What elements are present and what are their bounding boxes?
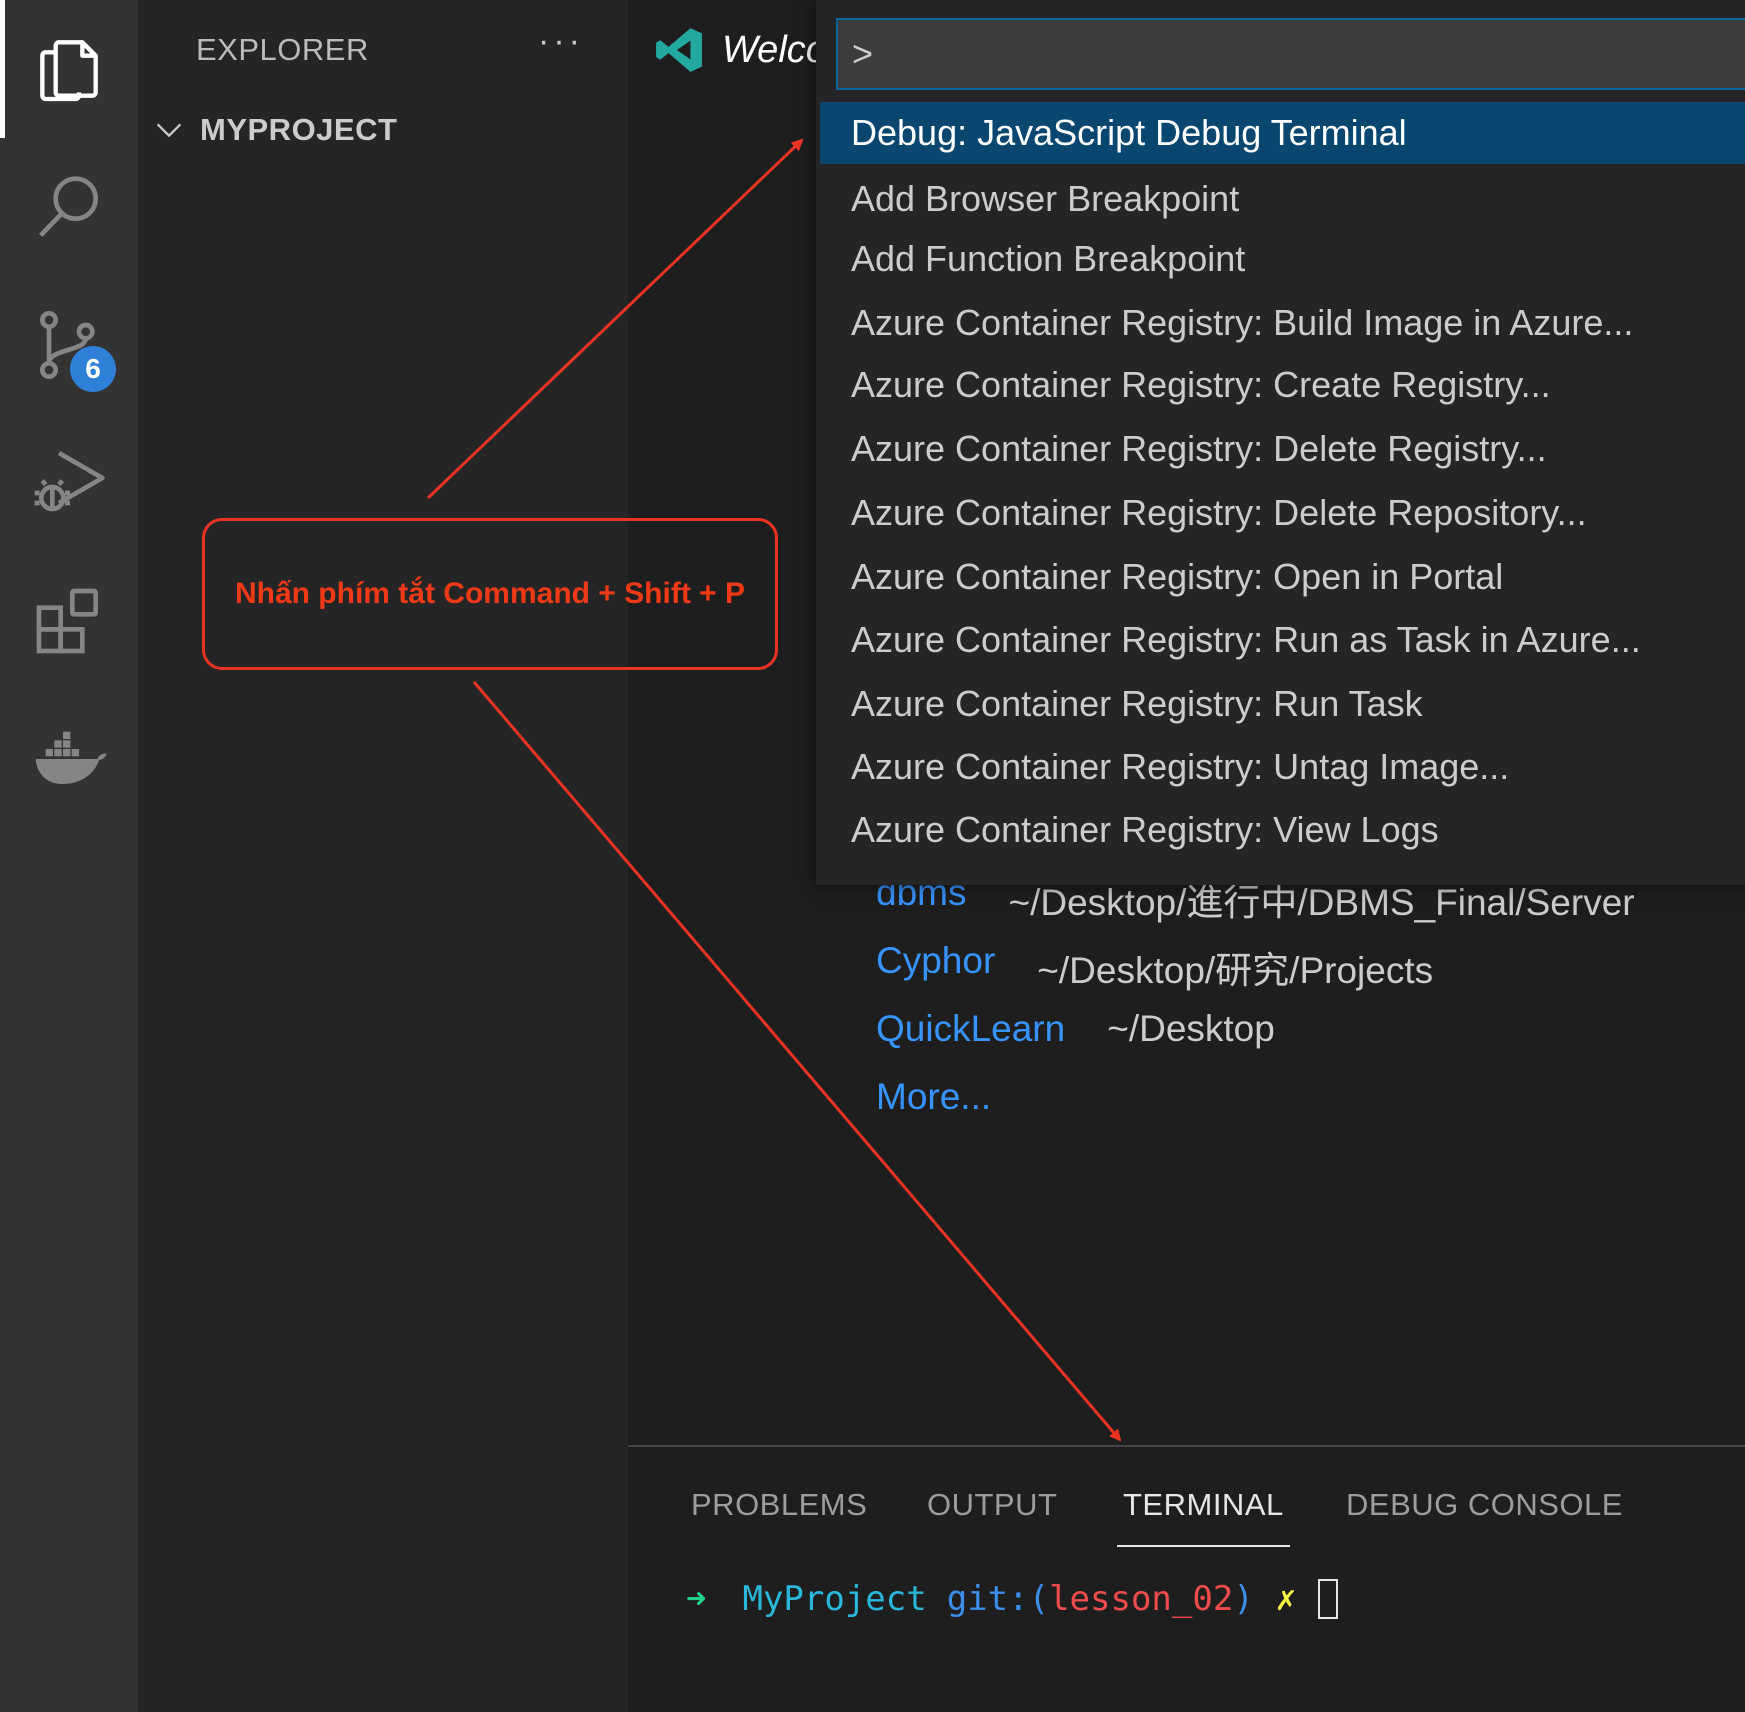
search-icon [38, 176, 98, 237]
vscode-logo-icon [656, 28, 702, 72]
tab-problems[interactable]: PROBLEMS [691, 1487, 867, 1523]
recent-item: QuickLearn ~/Desktop [876, 1008, 1275, 1050]
command-item[interactable]: Azure Container Registry: Open in Portal [820, 546, 1745, 608]
annotation-text: Nhấn phím tắt Command + Shift + P [234, 577, 746, 610]
recent-item-name[interactable]: QuickLearn [876, 1008, 1065, 1050]
tab-welcome[interactable]: Welco [628, 0, 818, 100]
recent-item: Cyphor ~/Desktop/研究/Projects [876, 940, 1433, 994]
run-debug-activity[interactable] [0, 414, 138, 552]
command-item[interactable]: Add Browser Breakpoint [820, 168, 1745, 230]
explorer-title: EXPLORER [196, 32, 369, 67]
tab-terminal[interactable]: TERMINAL [1117, 1487, 1290, 1547]
command-item[interactable]: Azure Container Registry: Build Image in… [820, 292, 1745, 354]
command-palette: > Debug: JavaScript Debug Terminal Add B… [816, 0, 1745, 885]
more-recent-link[interactable]: More... [876, 1076, 991, 1118]
tab-output[interactable]: OUTPUT [927, 1487, 1057, 1523]
command-item[interactable]: Azure Container Registry: Delete Registr… [820, 418, 1745, 480]
terminal-prompt[interactable]: ➜ MyProject git:( lesson_02 ) ✗ [686, 1579, 1339, 1619]
docker-activity[interactable] [0, 690, 138, 828]
annotation-callout: Nhấn phím tắt Command + Shift + P [202, 518, 778, 670]
command-item[interactable]: Azure Container Registry: Delete Reposit… [820, 482, 1745, 544]
command-item[interactable]: Azure Container Registry: Untag Image... [820, 736, 1745, 798]
files-icon [40, 40, 98, 102]
more-actions-button[interactable]: ··· [538, 22, 584, 61]
command-item[interactable]: Azure Container Registry: Run Task [820, 673, 1745, 735]
prompt-directory: MyProject [742, 1579, 927, 1619]
prompt-dirty-mark: ✗ [1275, 1579, 1297, 1619]
tab-welcome-label: Welco [722, 28, 818, 71]
activity-bar: 6 [0, 0, 138, 1712]
command-item[interactable]: Add Function Breakpoint [820, 228, 1745, 290]
project-folder-header[interactable]: MYPROJECT [152, 112, 397, 148]
recent-item-name[interactable]: Cyphor [876, 940, 995, 994]
extensions-activity[interactable] [0, 552, 138, 690]
chevron-down-icon [156, 123, 182, 138]
source-control-activity[interactable] [0, 276, 138, 414]
command-item[interactable]: Azure Container Registry: Create Registr… [820, 354, 1745, 416]
explorer-activity[interactable] [0, 0, 138, 138]
project-name: MYPROJECT [200, 112, 398, 147]
tab-debug-console[interactable]: DEBUG CONSOLE [1346, 1487, 1623, 1523]
search-activity[interactable] [0, 138, 138, 276]
docker-icon [35, 731, 107, 784]
command-palette-input[interactable]: > [836, 18, 1745, 90]
recent-item-path: ~/Desktop [1107, 1008, 1275, 1049]
bottom-panel: PROBLEMS OUTPUT TERMINAL DEBUG CONSOLE ➜… [628, 1445, 1745, 1712]
prompt-git-prefix: git:( [946, 1579, 1050, 1619]
prompt-git-suffix: ) [1233, 1579, 1254, 1619]
command-item[interactable]: Azure Container Registry: Run as Task in… [820, 609, 1745, 671]
command-item[interactable]: Debug: JavaScript Debug Terminal [820, 102, 1745, 164]
run-debug-icon [34, 450, 105, 512]
source-control-badge: 6 [70, 346, 116, 392]
recent-item-path: ~/Desktop/研究/Projects [1037, 950, 1434, 991]
terminal-cursor [1318, 1579, 1339, 1619]
prompt-branch: lesson_02 [1049, 1579, 1234, 1619]
command-item[interactable]: Azure Container Registry: View Logs [820, 799, 1745, 861]
explorer-sidebar: EXPLORER ··· MYPROJECT [138, 0, 628, 1712]
extensions-icon [36, 588, 98, 654]
prompt-arrow: ➜ [686, 1579, 707, 1619]
